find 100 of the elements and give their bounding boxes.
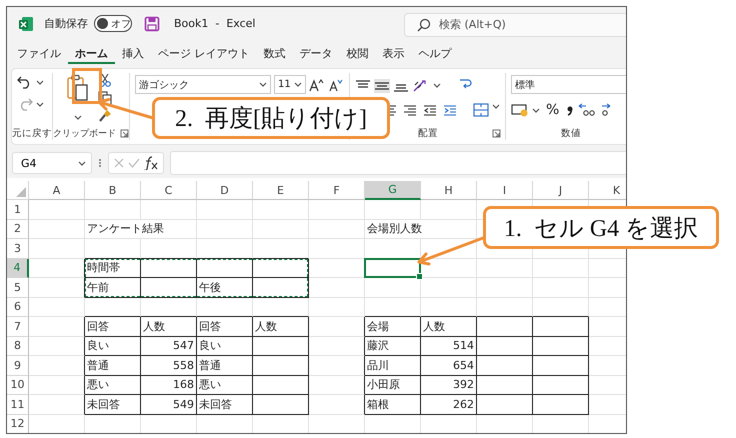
row-header[interactable]: 9 bbox=[7, 356, 29, 376]
cell[interactable]: 人数 bbox=[141, 317, 197, 336]
insert-function-icon[interactable] bbox=[143, 156, 160, 170]
decrease-decimal-icon[interactable] bbox=[599, 103, 612, 117]
caret-icon[interactable] bbox=[78, 160, 86, 166]
cell[interactable]: 547 bbox=[141, 336, 197, 356]
column-header[interactable]: I bbox=[477, 181, 533, 200]
column-header[interactable]: E bbox=[253, 181, 309, 200]
dialog-launcher-icon[interactable] bbox=[120, 128, 129, 138]
cell[interactable] bbox=[29, 317, 85, 336]
column-header[interactable]: H bbox=[421, 181, 477, 200]
cell[interactable] bbox=[533, 376, 589, 395]
font-name-dropdown[interactable]: 游ゴシック bbox=[135, 75, 271, 94]
cell[interactable] bbox=[29, 376, 85, 395]
cell[interactable]: 未回答 bbox=[197, 395, 253, 414]
cell[interactable]: 549 bbox=[141, 395, 197, 414]
cell[interactable]: 普通 bbox=[197, 356, 253, 376]
row-header[interactable]: 12 bbox=[7, 414, 29, 433]
caret-icon[interactable] bbox=[532, 106, 540, 114]
cell[interactable] bbox=[29, 336, 85, 356]
caret-icon[interactable] bbox=[294, 81, 302, 88]
active-cell[interactable] bbox=[364, 258, 421, 278]
number-format-dropdown[interactable]: 標準 bbox=[511, 75, 626, 94]
column-header[interactable]: G bbox=[365, 181, 421, 200]
ribbon-tab[interactable]: 数式 bbox=[256, 42, 292, 64]
cell[interactable]: 時間帯 bbox=[85, 258, 141, 278]
row-header[interactable]: 7 bbox=[7, 317, 29, 336]
cell[interactable]: 品川 bbox=[365, 356, 421, 376]
row-header[interactable]: 1 bbox=[7, 200, 29, 220]
column-header[interactable]: D bbox=[197, 181, 253, 200]
cell[interactable] bbox=[29, 395, 85, 414]
column-header[interactable]: J bbox=[533, 181, 589, 200]
cell[interactable] bbox=[29, 258, 85, 278]
column-header[interactable]: C bbox=[141, 181, 197, 200]
cell[interactable]: 514 bbox=[421, 336, 477, 356]
cell[interactable]: 558 bbox=[141, 356, 197, 376]
align-middle-icon[interactable] bbox=[374, 78, 390, 92]
cell[interactable] bbox=[309, 336, 365, 356]
ribbon-tab[interactable]: データ bbox=[292, 42, 340, 64]
search-field[interactable]: 検索 (Alt+Q) bbox=[404, 12, 626, 36]
ribbon-tab[interactable]: ヘルプ bbox=[412, 42, 458, 64]
formula-input[interactable] bbox=[170, 151, 626, 175]
caret-icon[interactable] bbox=[36, 78, 44, 86]
caret-icon[interactable] bbox=[492, 103, 500, 110]
cell[interactable] bbox=[309, 317, 365, 336]
caret-icon[interactable] bbox=[433, 82, 441, 89]
cell[interactable] bbox=[477, 317, 533, 336]
ribbon-tab[interactable]: 校閲 bbox=[340, 42, 376, 64]
cell[interactable]: 午前 bbox=[85, 278, 141, 298]
copy-icon[interactable] bbox=[98, 91, 112, 105]
cell[interactable] bbox=[253, 336, 309, 356]
ribbon-tab[interactable]: 表示 bbox=[376, 42, 412, 64]
cell[interactable]: 小田原 bbox=[365, 376, 421, 395]
cell[interactable] bbox=[253, 356, 309, 376]
accounting-format-icon[interactable] bbox=[511, 103, 529, 117]
cell[interactable]: 悪い bbox=[197, 376, 253, 395]
cell[interactable]: 回答 bbox=[85, 317, 141, 336]
cell[interactable] bbox=[533, 356, 589, 376]
cell[interactable] bbox=[29, 356, 85, 376]
ribbon-tab[interactable]: 挿入 bbox=[115, 42, 151, 64]
cell[interactable]: 悪い bbox=[85, 376, 141, 395]
align-right-icon[interactable] bbox=[403, 104, 417, 116]
cell[interactable]: 会場 bbox=[365, 317, 421, 336]
cell[interactable]: 良い bbox=[85, 336, 141, 356]
row-header[interactable]: 4 bbox=[7, 258, 29, 278]
ribbon-tab[interactable]: ホーム bbox=[68, 42, 115, 64]
shrink-font-icon[interactable] bbox=[328, 78, 344, 92]
cell[interactable] bbox=[253, 278, 309, 298]
caret-icon[interactable] bbox=[74, 114, 82, 121]
column-header[interactable]: B bbox=[85, 181, 141, 200]
merge-cells-icon[interactable] bbox=[473, 103, 489, 117]
row-header[interactable]: 2 bbox=[7, 220, 29, 239]
cell[interactable] bbox=[29, 278, 85, 298]
cell[interactable] bbox=[253, 395, 309, 414]
cell[interactable]: 藤沢 bbox=[365, 336, 421, 356]
wrap-text-icon[interactable] bbox=[458, 77, 474, 91]
more-options-icon[interactable] bbox=[98, 157, 102, 169]
ribbon-tab[interactable]: ファイル bbox=[10, 42, 68, 64]
increase-decimal-icon[interactable] bbox=[578, 103, 596, 117]
paintbrush-icon[interactable] bbox=[98, 109, 112, 123]
cell[interactable] bbox=[477, 376, 533, 395]
cell[interactable]: 良い bbox=[197, 336, 253, 356]
cell[interactable]: 普通 bbox=[85, 356, 141, 376]
column-header[interactable]: A bbox=[29, 181, 85, 200]
cell[interactable]: 会場別人数 bbox=[365, 220, 477, 239]
caret-icon[interactable] bbox=[259, 81, 267, 88]
cell[interactable]: 回答 bbox=[197, 317, 253, 336]
cell[interactable]: 箱根 bbox=[365, 395, 421, 414]
caret-icon[interactable] bbox=[36, 100, 44, 108]
cell[interactable] bbox=[477, 356, 533, 376]
cell[interactable] bbox=[309, 356, 365, 376]
cell[interactable] bbox=[253, 258, 309, 278]
dialog-launcher-icon[interactable] bbox=[492, 128, 501, 138]
cell[interactable] bbox=[253, 376, 309, 395]
row-header[interactable]: 10 bbox=[7, 376, 29, 395]
name-box[interactable]: G4 bbox=[12, 152, 92, 174]
cell[interactable] bbox=[197, 258, 253, 278]
cell[interactable]: 654 bbox=[421, 356, 477, 376]
cell[interactable] bbox=[533, 395, 589, 414]
ribbon-tab[interactable]: ページ レイアウト bbox=[151, 42, 256, 64]
